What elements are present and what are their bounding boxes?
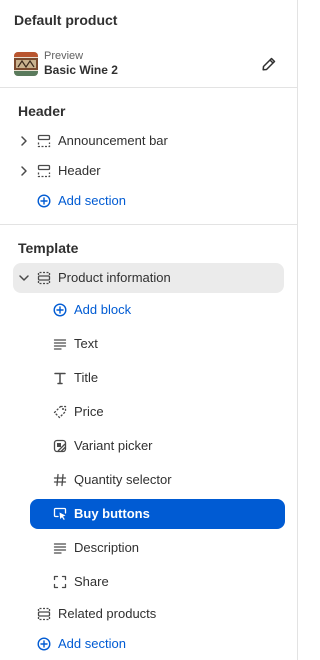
header-group-title: Header: [18, 103, 66, 119]
share-frame-icon: [53, 575, 67, 589]
block-description[interactable]: Description: [0, 531, 297, 565]
section-header-icon: [37, 164, 51, 178]
add-block-button[interactable]: Add block: [0, 293, 297, 327]
cursor-click-icon: [53, 507, 67, 520]
plus-circle-icon: [53, 303, 67, 317]
price-tag-icon: [53, 405, 67, 419]
block-share[interactable]: Share: [0, 565, 297, 599]
preview-label: Preview: [44, 49, 84, 62]
block-label: Variant picker: [74, 438, 153, 453]
block-variant-picker[interactable]: Variant picker: [0, 429, 297, 463]
section-related-products[interactable]: Related products: [0, 599, 297, 629]
block-label: Quantity selector: [74, 472, 172, 487]
section-label: Related products: [58, 606, 157, 621]
section-template-icon: [37, 271, 51, 285]
section-label: Header: [58, 163, 101, 178]
product-thumbnail: [14, 51, 38, 76]
hash-icon: [53, 473, 67, 487]
section-label: Product information: [58, 270, 171, 285]
block-label: Price: [74, 404, 104, 419]
section-header[interactable]: Header: [0, 156, 297, 186]
block-quantity-selector[interactable]: Quantity selector: [0, 463, 297, 497]
block-text[interactable]: Text: [0, 327, 297, 361]
preview-product-name: Basic Wine 2: [44, 62, 118, 77]
block-title[interactable]: Title: [0, 361, 297, 395]
text-icon: [53, 543, 67, 554]
add-section-label: Add section: [58, 193, 126, 208]
block-label: Share: [74, 574, 109, 589]
section-announcement-bar[interactable]: Announcement bar: [0, 126, 297, 156]
pencil-icon: [262, 57, 276, 71]
edit-preview-button[interactable]: [257, 52, 281, 76]
block-label: Title: [74, 370, 99, 385]
add-section-button[interactable]: Add section: [0, 186, 297, 216]
section-product-information[interactable]: Product information: [13, 263, 284, 293]
section-label: Announcement bar: [58, 133, 168, 148]
page-title: Default product: [14, 12, 118, 28]
block-price[interactable]: Price: [0, 395, 297, 429]
sidebar-header: Default product: [0, 0, 297, 40]
header-group: Header Announcement bar Header Add secti…: [0, 88, 297, 225]
block-label: Buy buttons: [74, 506, 150, 521]
plus-circle-icon: [37, 194, 51, 208]
title-icon: [54, 372, 66, 385]
chevron-right-icon[interactable]: [17, 134, 31, 148]
block-label: Description: [74, 540, 140, 555]
template-group-title: Template: [18, 240, 79, 256]
plus-circle-icon: [37, 637, 51, 651]
add-block-label: Add block: [74, 302, 132, 317]
section-template-icon: [37, 607, 51, 621]
block-label: Text: [74, 336, 98, 351]
chevron-right-icon[interactable]: [17, 164, 31, 178]
preview-product[interactable]: Preview Basic Wine 2: [0, 40, 297, 88]
template-group: Template Product information Add block T…: [0, 225, 297, 660]
variant-picker-icon: [53, 439, 67, 453]
block-buy-buttons[interactable]: Buy buttons: [30, 499, 285, 529]
add-section-button[interactable]: Add section: [0, 629, 297, 659]
chevron-down-icon[interactable]: [17, 271, 31, 285]
theme-editor-sidebar: Default product Preview Basic Wine 2 Hea…: [0, 0, 298, 660]
section-header-icon: [37, 134, 51, 148]
add-section-label: Add section: [58, 636, 126, 651]
text-icon: [53, 339, 67, 350]
